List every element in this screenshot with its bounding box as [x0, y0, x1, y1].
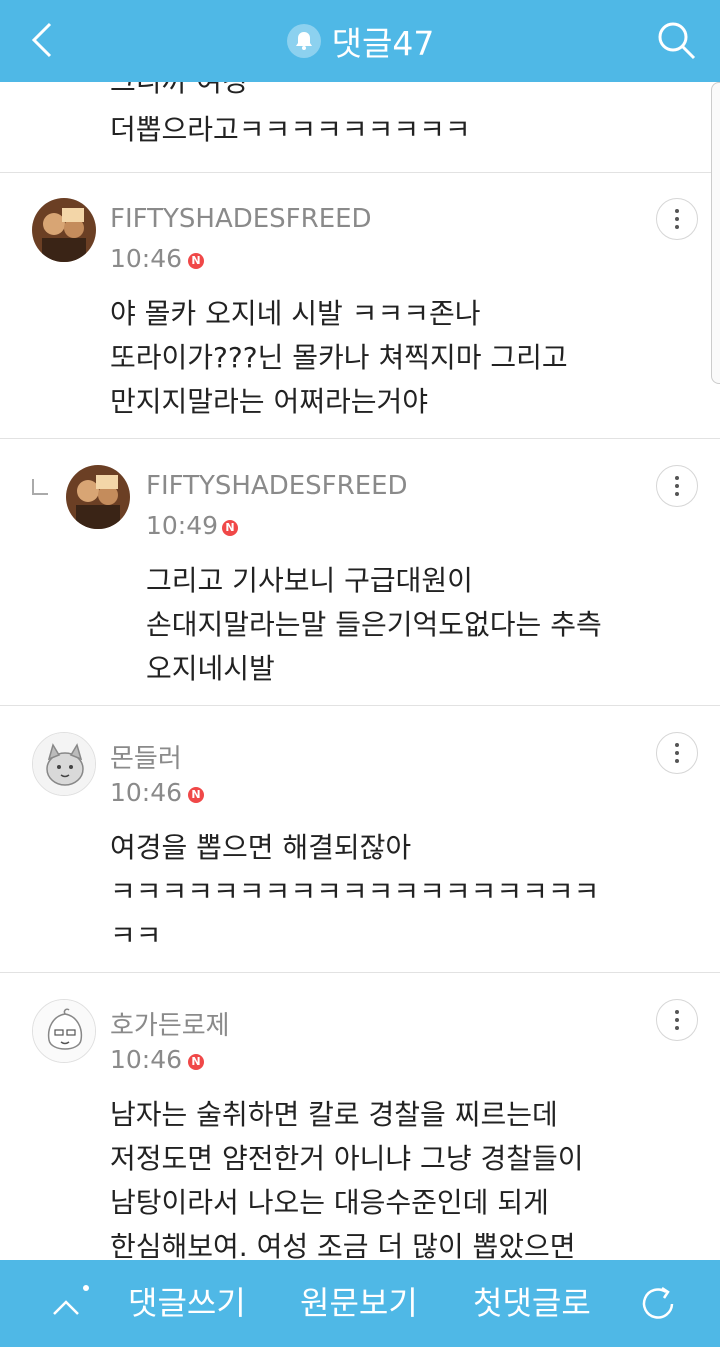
comment-text-line: ㅋㅋ [110, 919, 162, 952]
comment-timestamp: 10:46 [110, 244, 183, 273]
write-comment-button[interactable]: 댓글쓰기 [128, 1260, 246, 1347]
page-title: 댓글47 [331, 24, 435, 63]
comment-username[interactable]: 몬들러 [110, 738, 182, 775]
avatar[interactable] [32, 732, 96, 796]
view-original-button[interactable]: 원문보기 [300, 1260, 418, 1347]
new-badge: N [188, 253, 204, 269]
avatar[interactable] [32, 198, 96, 262]
comment-text-line: 더뽑으라고ㅋㅋㅋㅋㅋㅋㅋㅋㅋ [110, 113, 471, 146]
more-options-icon[interactable] [656, 732, 698, 774]
comment-text-line: 그리고 기사보니 구급대원이 [146, 564, 473, 597]
comment-text-line: 그니까 여경 [110, 82, 248, 100]
comment-text-line: 남자는 술취하면 칼로 경찰을 찌르는데 [110, 1098, 558, 1131]
comment-text-line: 만지지말라는 어쩌라는거야 [110, 385, 429, 418]
search-icon[interactable] [654, 18, 698, 62]
new-badge: N [188, 1054, 204, 1070]
avatar[interactable] [32, 999, 96, 1063]
scrollbar[interactable] [711, 82, 720, 384]
bottom-bar: 댓글쓰기 원문보기 첫댓글로 [0, 1260, 720, 1347]
chevron-up-icon[interactable] [46, 1284, 90, 1328]
first-comment-button[interactable]: 첫댓글로 [473, 1260, 591, 1347]
comment-text-line: 여경을 뽑으면 해결되잖아 [110, 831, 412, 864]
comment-list[interactable]: 그니까 여경 더뽑으라고ㅋㅋㅋㅋㅋㅋㅋㅋㅋ FIFTYSHADESFREED 1… [0, 82, 720, 1260]
comment-timestamp: 10:46 [110, 1045, 183, 1074]
comment-username[interactable]: FIFTYSHADESFREED [110, 204, 372, 234]
comment-item: FIFTYSHADESFREED 10:46 N 야 몰카 오지네 시발 ㅋㅋㅋ… [0, 172, 720, 439]
comment-text-line: 남탕이라서 나오는 대응수준인데 되게 [110, 1186, 549, 1219]
comment-timestamp: 10:49 [146, 511, 219, 540]
comment-reply-item: FIFTYSHADESFREED 10:49 N 그리고 기사보니 구급대원이 … [0, 439, 720, 706]
comment-text-line: 한심해보여. 여성 조금 더 많이 뽑았으면 [110, 1230, 576, 1260]
avatar[interactable] [66, 465, 130, 529]
comment-item: 몬들러 10:46 N 여경을 뽑으면 해결되잖아 ㅋㅋㅋㅋㅋㅋㅋㅋㅋㅋㅋㅋㅋㅋ… [0, 706, 720, 973]
header-title-group: 댓글47 [0, 0, 720, 82]
reply-arrow-icon [32, 479, 48, 495]
comment-text-line: 오지네시발 [146, 652, 275, 685]
comment-text-line: 손대지말라는말 들은기억도없다는 추측 [146, 608, 602, 641]
comment-text-line: ㅋㅋㅋㅋㅋㅋㅋㅋㅋㅋㅋㅋㅋㅋㅋㅋㅋㅋㅋ [110, 875, 600, 908]
new-badge: N [222, 520, 238, 536]
more-options-icon[interactable] [656, 198, 698, 240]
comment-text-line: 또라이가???닌 몰카나 쳐찍지마 그리고 [110, 341, 568, 374]
more-options-icon[interactable] [656, 465, 698, 507]
refresh-icon[interactable] [636, 1282, 680, 1326]
new-badge: N [188, 787, 204, 803]
more-options-icon[interactable] [656, 999, 698, 1041]
comment-text-line: 저정도면 얌전한거 아니냐 그냥 경찰들이 [110, 1142, 584, 1175]
comment-text-line: 야 몰카 오지네 시발 ㅋㅋㅋ존나 [110, 297, 481, 330]
comment-item: 호가든로제 10:46 N 남자는 술취하면 칼로 경찰을 찌르는데 저정도면 … [0, 973, 720, 1260]
comment-username[interactable]: 호가든로제 [110, 1005, 230, 1042]
bell-icon[interactable] [286, 23, 322, 59]
top-bar: 댓글47 [0, 0, 720, 82]
comment-item-partial: 그니까 여경 더뽑으라고ㅋㅋㅋㅋㅋㅋㅋㅋㅋ [0, 82, 720, 173]
comment-timestamp: 10:46 [110, 778, 183, 807]
comment-username[interactable]: FIFTYSHADESFREED [146, 471, 408, 501]
